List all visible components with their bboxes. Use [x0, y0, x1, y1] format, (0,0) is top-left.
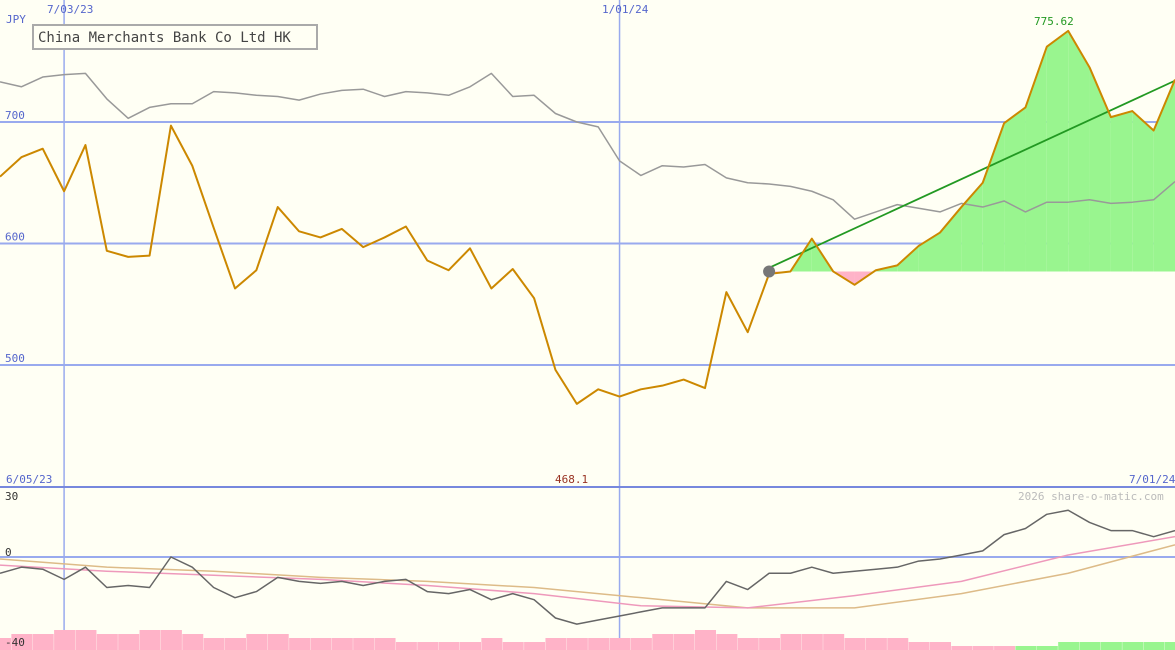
- volume-bar: [310, 638, 332, 650]
- volume-bar: [1058, 642, 1080, 650]
- volume-bar: [54, 630, 76, 650]
- lower-y-tick--40: -40: [5, 636, 25, 649]
- volume-bar: [417, 642, 439, 650]
- volume-bar: [951, 646, 973, 650]
- volume-bar: [1165, 642, 1175, 650]
- range-end-label: 7/01/24: [1129, 473, 1175, 486]
- volume-bar: [609, 638, 631, 650]
- volume-bar: [865, 638, 887, 650]
- chart-title: China Merchants Bank Co Ltd HK: [38, 30, 291, 46]
- volume-bar: [75, 630, 97, 650]
- volume-bar: [801, 634, 823, 650]
- volume-bar: [182, 634, 204, 650]
- volume-bar: [545, 638, 567, 650]
- volume-bar: [1122, 642, 1144, 650]
- volume-bar: [1015, 646, 1037, 650]
- volume-bar: [1079, 642, 1101, 650]
- volume-bar: [673, 634, 695, 650]
- volume-bar: [225, 638, 246, 650]
- volume-bar: [823, 634, 845, 650]
- y-tick-500: 500: [5, 352, 25, 365]
- lower-y-tick-30: 30: [5, 490, 18, 503]
- volume-bar: [908, 642, 930, 650]
- chart-background: [0, 0, 1175, 650]
- watermark: 2026 share-o-matic.com: [1018, 490, 1164, 503]
- volume-bar: [460, 642, 481, 650]
- volume-bar: [289, 638, 311, 650]
- volume-bar: [972, 646, 994, 650]
- gain-fill: [1046, 30, 1069, 272]
- volume-bar: [1036, 646, 1058, 650]
- volume-bar: [994, 646, 1016, 650]
- lower-y-tick-0: 0: [5, 546, 12, 559]
- gain-fill: [1110, 111, 1133, 272]
- volume-bar: [588, 638, 610, 650]
- volume-bar: [930, 642, 951, 650]
- reference-point: [763, 265, 776, 278]
- volume-bar: [160, 630, 182, 650]
- x-marker-label-1: 1/01/24: [602, 3, 649, 16]
- chart-title-box: China Merchants Bank Co Ltd HK: [32, 24, 318, 50]
- x-marker-label-0: 7/03/23: [47, 3, 93, 16]
- stock-chart: 700 600 500 30 0 -40 China Merchants Bank Co …: [0, 0, 1175, 650]
- volume-bar: [844, 638, 866, 650]
- gain-fill: [1132, 111, 1154, 272]
- volume-bar: [780, 634, 802, 650]
- volume-bar: [246, 634, 268, 650]
- volume-bar: [96, 634, 118, 650]
- min-value-label: 468.1: [555, 473, 588, 486]
- range-start-label: 6/05/23: [6, 473, 52, 486]
- volume-bar: [395, 642, 417, 650]
- volume-bar: [524, 642, 546, 650]
- volume-bar: [737, 638, 759, 650]
- gain-fill: [1068, 30, 1090, 272]
- volume-bar: [203, 638, 225, 650]
- volume-bar: [353, 638, 375, 650]
- volume-bar: [502, 642, 524, 650]
- gain-fill: [1004, 107, 1026, 272]
- volume-bar: [759, 638, 781, 650]
- y-tick-600: 600: [5, 231, 25, 244]
- volume-bar: [481, 638, 503, 650]
- volume-bar: [374, 638, 396, 650]
- volume-bar: [139, 630, 161, 650]
- volume-bar: [566, 638, 588, 650]
- volume-bar: [118, 634, 140, 650]
- y-tick-700: 700: [5, 109, 25, 122]
- max-value-label: 775.62: [1034, 15, 1074, 28]
- volume-bar: [1143, 642, 1165, 650]
- y-axis-unit: JPY: [6, 13, 26, 26]
- volume-bar: [1100, 642, 1122, 650]
- volume-bar: [267, 634, 289, 650]
- volume-bar: [438, 642, 460, 650]
- volume-bar: [887, 638, 909, 650]
- volume-bar: [652, 634, 674, 650]
- volume-bar: [630, 638, 652, 650]
- volume-bar: [695, 630, 716, 650]
- volume-bar: [331, 638, 353, 650]
- volume-bar: [32, 634, 54, 650]
- volume-bar: [716, 634, 738, 650]
